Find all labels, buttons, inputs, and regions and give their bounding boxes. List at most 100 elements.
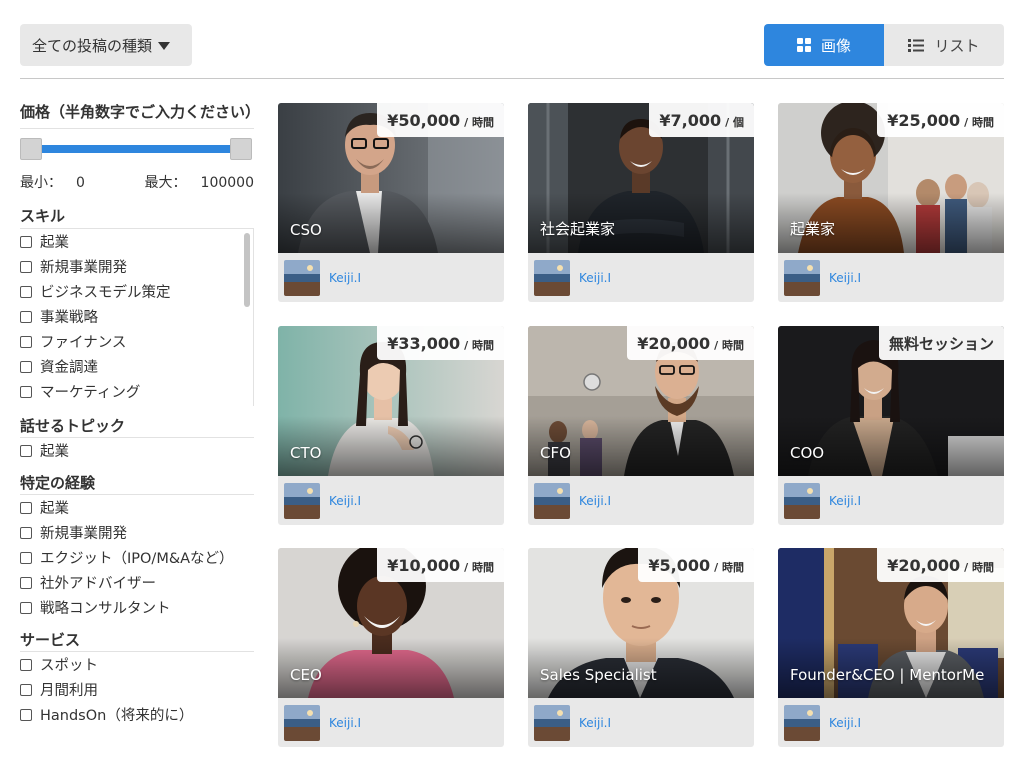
card-footer: Keiji.I xyxy=(528,476,754,525)
author-avatar[interactable] xyxy=(284,704,320,741)
mentor-card[interactable]: Sales Specialist ¥5,000 / 時間 Keiji.I xyxy=(528,548,754,747)
toolbar-divider xyxy=(20,78,1004,79)
mentor-card[interactable]: CEO ¥10,000 / 時間 Keiji.I xyxy=(278,548,504,747)
view-image-button[interactable]: 画像 xyxy=(764,24,884,66)
price-amount: ¥25,000 xyxy=(887,110,961,130)
price-unit: / 時間 xyxy=(964,560,994,574)
author-avatar[interactable] xyxy=(284,482,320,519)
service-option[interactable]: 月間利用 xyxy=(20,677,254,702)
skills-scroll-box: 起業 新規事業開発 ビジネスモデル策定 事業戦略 ファイナンス 資金調達 マーケ… xyxy=(20,228,254,406)
checkbox[interactable] xyxy=(20,526,32,539)
mentor-card[interactable]: 起業家 ¥25,000 / 時間 Keiji.I xyxy=(778,103,1004,302)
price-tag: ¥25,000 / 時間 xyxy=(877,103,1004,137)
topic-option[interactable]: 起業 xyxy=(20,438,254,463)
skills-scrollbar[interactable] xyxy=(244,233,250,307)
mentor-card[interactable]: COO 無料セッション Keiji.I xyxy=(778,326,1004,525)
skill-option-label: 起業 xyxy=(40,235,69,251)
slider-track xyxy=(30,145,244,153)
author-name[interactable]: Keiji.I xyxy=(829,716,861,730)
skill-option-label: 事業戦略 xyxy=(40,310,98,326)
author-name[interactable]: Keiji.I xyxy=(579,271,611,285)
mentor-photo: Founder&CEO | MentorMe ¥20,000 / 時間 xyxy=(778,548,1004,698)
author-avatar[interactable] xyxy=(534,704,570,741)
services-list: スポット 月間利用 HandsOn（将来的に） xyxy=(20,652,254,727)
author-name[interactable]: Keiji.I xyxy=(829,271,861,285)
post-type-dropdown[interactable]: 全ての投稿の種類 xyxy=(20,24,192,66)
checkbox[interactable] xyxy=(20,285,32,298)
skill-option[interactable]: ビジネスモデル策定 xyxy=(20,279,253,304)
author-avatar[interactable] xyxy=(284,259,320,296)
skill-option-label: 資金調達 xyxy=(40,360,98,376)
checkbox[interactable] xyxy=(20,235,32,248)
mentor-photo: 起業家 ¥25,000 / 時間 xyxy=(778,103,1004,253)
mentor-card[interactable]: CTO ¥33,000 / 時間 Keiji.I xyxy=(278,326,504,525)
checkbox[interactable] xyxy=(20,335,32,348)
skill-option-label: ファイナンス xyxy=(40,335,127,351)
skill-option[interactable]: 資金調達 xyxy=(20,354,253,379)
price-tag: ¥50,000 / 時間 xyxy=(377,103,504,137)
checkbox[interactable] xyxy=(20,658,32,671)
author-name[interactable]: Keiji.I xyxy=(829,494,861,508)
checkbox[interactable] xyxy=(20,683,32,696)
slider-min-handle[interactable] xyxy=(20,138,42,160)
price-filter-heading: 価格（半角数字でご入力ください） xyxy=(20,103,261,121)
price-unit: / 時間 xyxy=(714,338,744,352)
experience-option[interactable]: 社外アドバイザー xyxy=(20,570,254,595)
checkbox[interactable] xyxy=(20,310,32,323)
service-option-label: 月間利用 xyxy=(40,683,98,699)
checkbox[interactable] xyxy=(20,601,32,614)
service-option[interactable]: スポット xyxy=(20,652,254,677)
checkbox[interactable] xyxy=(20,576,32,589)
skill-option[interactable]: マーケティング xyxy=(20,379,253,404)
author-name[interactable]: Keiji.I xyxy=(329,716,361,730)
mentor-card[interactable]: CFO ¥20,000 / 時間 Keiji.I xyxy=(528,326,754,525)
experience-option-label: 社外アドバイザー xyxy=(40,576,156,592)
price-range-values: 最小： 0 最大： 100000 xyxy=(20,172,254,196)
service-option[interactable]: HandsOn（将来的に） xyxy=(20,702,254,727)
checkbox[interactable] xyxy=(20,444,32,457)
price-unit: / 時間 xyxy=(464,338,494,352)
checkbox[interactable] xyxy=(20,385,32,398)
mentor-card[interactable]: 社会起業家 ¥7,000 / 個 Keiji.I xyxy=(528,103,754,302)
price-tag: ¥7,000 / 個 xyxy=(649,103,754,137)
view-list-button[interactable]: リスト xyxy=(884,24,1004,66)
skill-option[interactable]: 起業 xyxy=(20,229,253,254)
mentor-role: Founder&CEO | MentorMe xyxy=(790,666,985,684)
free-session-label: 無料セッション xyxy=(888,334,994,353)
checkbox[interactable] xyxy=(20,501,32,514)
mentor-role: CSO xyxy=(290,221,322,239)
author-avatar[interactable] xyxy=(784,704,820,741)
author-avatar[interactable] xyxy=(534,259,570,296)
mentor-role: CEO xyxy=(290,666,322,684)
experience-option[interactable]: 起業 xyxy=(20,495,254,520)
experience-option[interactable]: 新規事業開発 xyxy=(20,520,254,545)
experience-option[interactable]: 戦略コンサルタント xyxy=(20,595,254,620)
skills-list: 起業 新規事業開発 ビジネスモデル策定 事業戦略 ファイナンス 資金調達 マーケ… xyxy=(20,229,253,404)
experience-option[interactable]: エクジット（IPO/M&Aなど） xyxy=(20,545,254,570)
slider-max-handle[interactable] xyxy=(230,138,252,160)
author-avatar[interactable] xyxy=(534,482,570,519)
author-name[interactable]: Keiji.I xyxy=(579,494,611,508)
price-amount: ¥10,000 xyxy=(387,555,461,575)
checkbox[interactable] xyxy=(20,708,32,721)
skill-option[interactable]: 新規事業開発 xyxy=(20,254,253,279)
price-range-slider[interactable] xyxy=(20,128,254,168)
author-avatar[interactable] xyxy=(784,482,820,519)
mentor-card[interactable]: Founder&CEO | MentorMe ¥20,000 / 時間 Keij… xyxy=(778,548,1004,747)
mentor-role: Sales Specialist xyxy=(540,666,657,684)
card-footer: Keiji.I xyxy=(278,476,504,525)
card-footer: Keiji.I xyxy=(278,253,504,302)
card-footer: Keiji.I xyxy=(778,476,1004,525)
price-amount: ¥20,000 xyxy=(887,555,961,575)
mentor-card[interactable]: CSO ¥50,000 / 時間 Keiji.I xyxy=(278,103,504,302)
checkbox[interactable] xyxy=(20,260,32,273)
skill-option[interactable]: 事業戦略 xyxy=(20,304,253,329)
author-name[interactable]: Keiji.I xyxy=(579,716,611,730)
skill-option[interactable]: ファイナンス xyxy=(20,329,253,354)
author-name[interactable]: Keiji.I xyxy=(329,494,361,508)
checkbox[interactable] xyxy=(20,360,32,373)
checkbox[interactable] xyxy=(20,551,32,564)
author-avatar[interactable] xyxy=(784,259,820,296)
author-name[interactable]: Keiji.I xyxy=(329,271,361,285)
price-amount: ¥50,000 xyxy=(387,110,461,130)
